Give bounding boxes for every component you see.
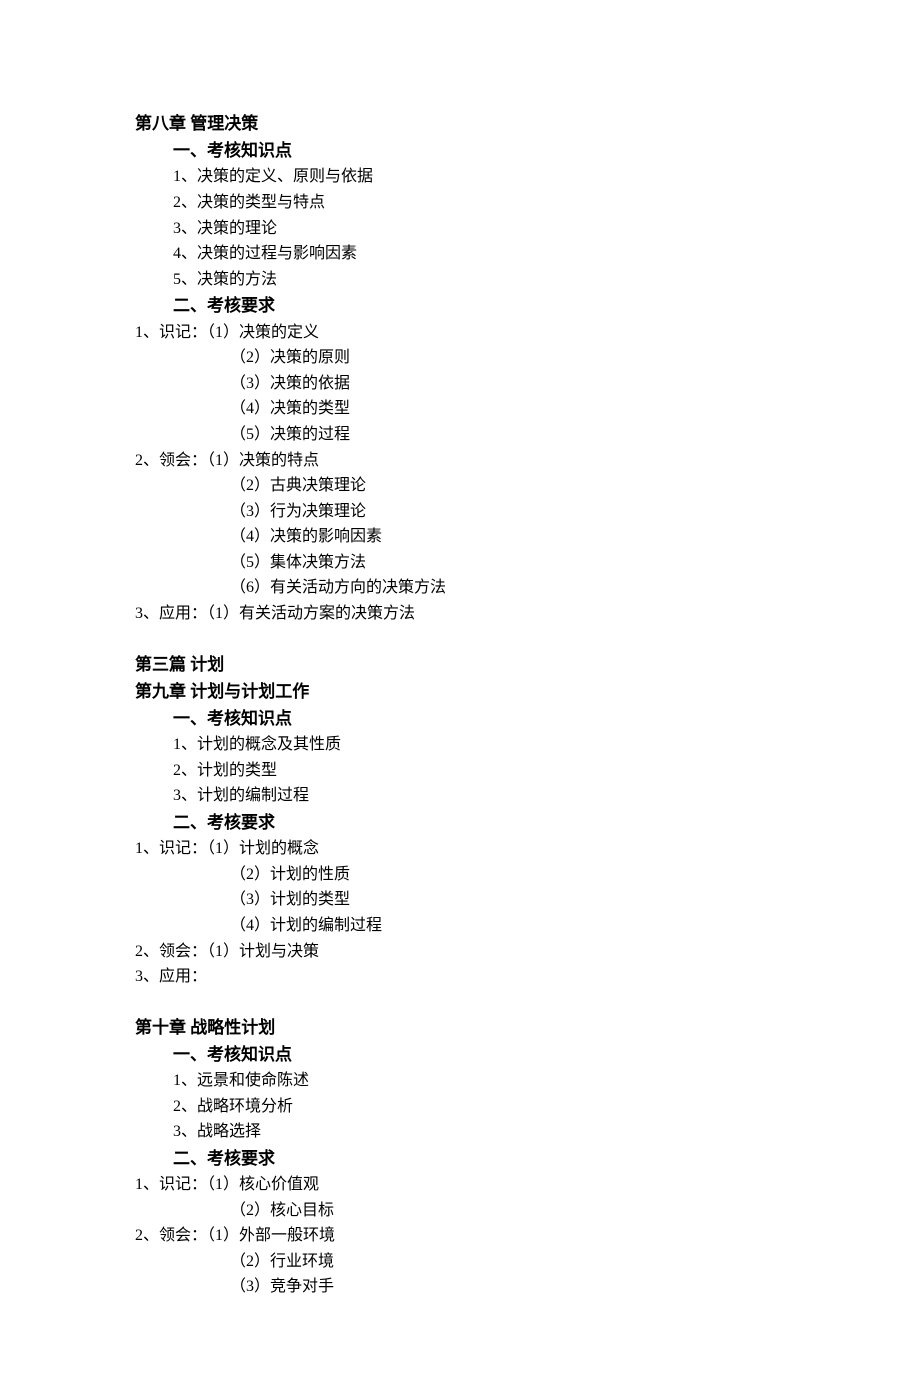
ch8-req-line: （2）决策的原则 <box>135 345 790 371</box>
ch9-knowledge-point: 3、计划的编制过程 <box>135 783 790 809</box>
chapter-8-title: 第八章 管理决策 <box>135 110 790 137</box>
ch8-knowledge-point: 1、决策的定义、原则与依据 <box>135 164 790 190</box>
ch9-req-line: （2）计划的性质 <box>135 862 790 888</box>
ch8-knowledge-point: 2、决策的类型与特点 <box>135 190 790 216</box>
ch8-req-line: 2、领会：（1）决策的特点 <box>135 448 790 474</box>
ch8-req-line: 3、应用：（1）有关活动方案的决策方法 <box>135 601 790 627</box>
ch8-req-line: （2）古典决策理论 <box>135 473 790 499</box>
ch10-section2-heading: 二、考核要求 <box>135 1145 790 1172</box>
ch8-knowledge-point: 4、决策的过程与影响因素 <box>135 241 790 267</box>
ch9-knowledge-point: 1、计划的概念及其性质 <box>135 732 790 758</box>
ch10-knowledge-point: 2、战略环境分析 <box>135 1094 790 1120</box>
ch8-section2-heading: 二、考核要求 <box>135 292 790 319</box>
ch10-req-line: （2）行业环境 <box>135 1249 790 1275</box>
ch9-req-line: 3、应用： <box>135 964 790 990</box>
ch10-knowledge-point: 1、远景和使命陈述 <box>135 1068 790 1094</box>
ch9-req-line: （3）计划的类型 <box>135 887 790 913</box>
ch10-section1-heading: 一、考核知识点 <box>135 1041 790 1068</box>
ch9-req-line: 2、领会：（1）计划与决策 <box>135 939 790 965</box>
spacer <box>135 627 790 651</box>
ch8-req-line: （5）集体决策方法 <box>135 550 790 576</box>
ch8-req-line: （6）有关活动方向的决策方法 <box>135 575 790 601</box>
ch8-section1-heading: 一、考核知识点 <box>135 137 790 164</box>
part-3-title: 第三篇 计划 <box>135 651 790 678</box>
ch9-section2-heading: 二、考核要求 <box>135 809 790 836</box>
ch10-req-line: （3）竞争对手 <box>135 1274 790 1300</box>
ch8-knowledge-point: 3、决策的理论 <box>135 216 790 242</box>
document-page: 第八章 管理决策 一、考核知识点 1、决策的定义、原则与依据 2、决策的类型与特… <box>0 0 920 1380</box>
ch8-req-line: （4）决策的类型 <box>135 396 790 422</box>
spacer <box>135 990 790 1014</box>
chapter-10-title: 第十章 战略性计划 <box>135 1014 790 1041</box>
ch8-knowledge-point: 5、决策的方法 <box>135 267 790 293</box>
ch9-section1-heading: 一、考核知识点 <box>135 705 790 732</box>
ch8-req-line: （3）行为决策理论 <box>135 499 790 525</box>
ch9-req-line: 1、识记：（1）计划的概念 <box>135 836 790 862</box>
ch10-req-line: 1、识记：（1）核心价值观 <box>135 1172 790 1198</box>
ch9-knowledge-point: 2、计划的类型 <box>135 758 790 784</box>
ch10-req-line: （2）核心目标 <box>135 1198 790 1224</box>
chapter-9-title: 第九章 计划与计划工作 <box>135 678 790 705</box>
ch8-req-line: （5）决策的过程 <box>135 422 790 448</box>
ch10-req-line: 2、领会：（1）外部一般环境 <box>135 1223 790 1249</box>
ch9-req-line: （4）计划的编制过程 <box>135 913 790 939</box>
ch10-knowledge-point: 3、战略选择 <box>135 1119 790 1145</box>
ch8-req-line: 1、识记：（1）决策的定义 <box>135 320 790 346</box>
ch8-req-line: （3）决策的依据 <box>135 371 790 397</box>
ch8-req-line: （4）决策的影响因素 <box>135 524 790 550</box>
